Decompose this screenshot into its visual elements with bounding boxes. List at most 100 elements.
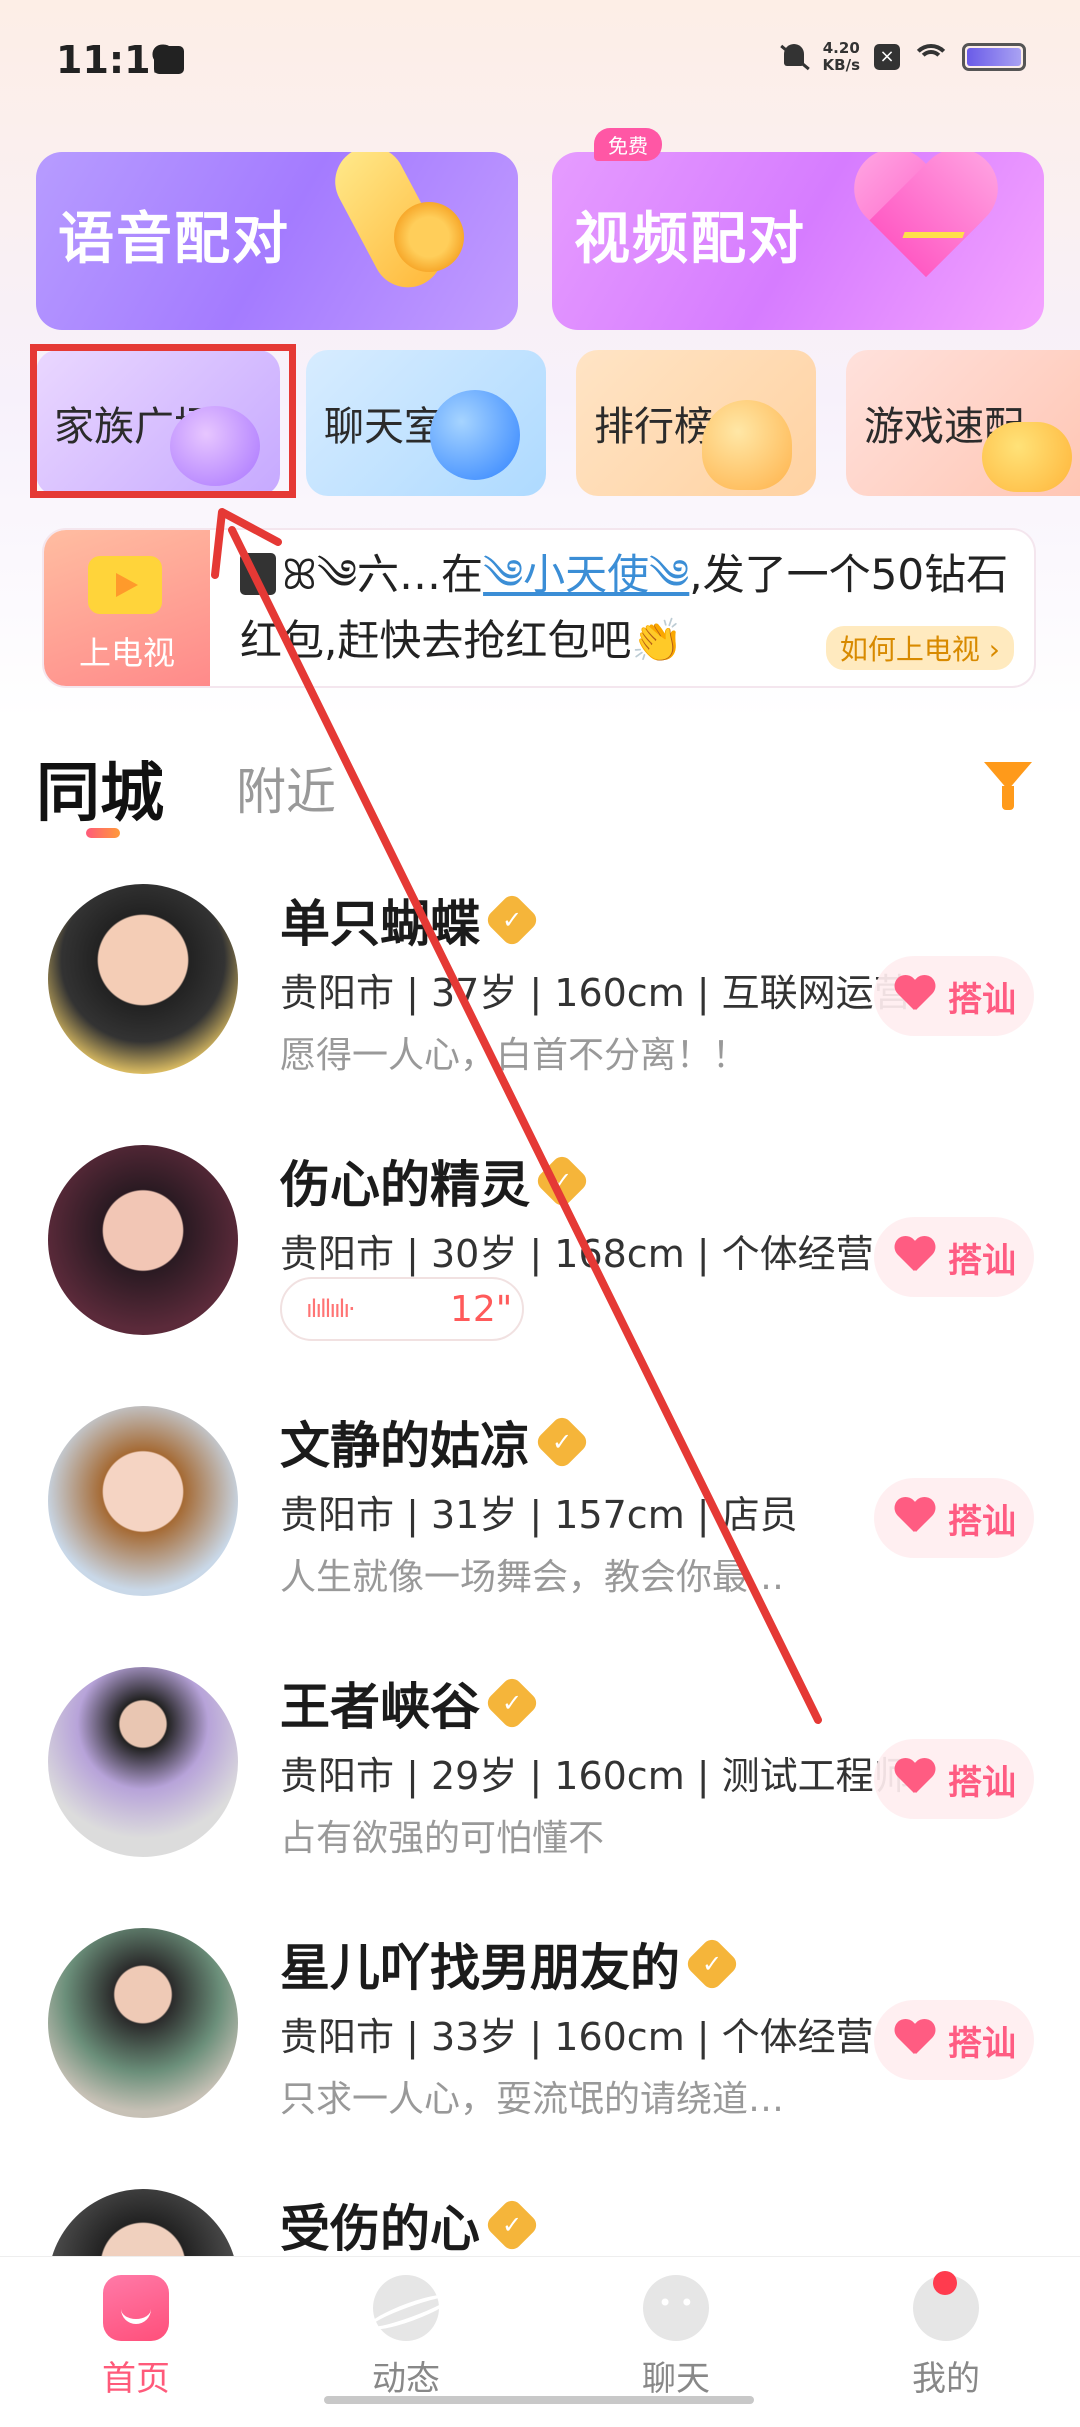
greet-button[interactable]: 搭讪 [874,1739,1034,1819]
tab-active-indicator [86,828,120,838]
list-item[interactable]: 星儿吖找男朋友的 贵阳市 | 33岁 | 160cm | 个体经营 只求一人心，… [0,1906,1080,2166]
tab-same-city[interactable]: 同城 [36,742,164,834]
avatar[interactable] [48,884,238,1074]
verified-icon [483,2196,541,2254]
tv-icon [88,556,162,614]
gamepad-icon [982,422,1072,492]
nav-home[interactable]: 首页 [66,2275,206,2400]
verified-icon [533,1413,591,1471]
greet-label: 搭讪 [948,1241,1016,1281]
greet-label: 搭讪 [948,1763,1016,1803]
verified-icon [533,1152,591,1210]
list-item[interactable]: 伤心的精灵 贵阳市 | 30岁 | 168cm | 个体经营 ılıllıılı… [0,1123,1080,1383]
user-name: 文静的姑凉 [280,1417,530,1475]
how-to-tv-button[interactable]: 如何上电视 › [825,626,1014,670]
home-icon [103,2275,169,2341]
status-icons: 4.20 KB/s × [779,40,1026,74]
nav-label: 聊天 [642,2359,710,2399]
verified-icon [683,1935,741,1993]
voice-intro-button[interactable]: ılıllıılı· 12" [280,1277,524,1341]
user-info: 贵阳市 | 37岁 | 160cm | 互联网运营 [280,971,912,1015]
avatar[interactable] [48,1406,238,1596]
user-info: 贵阳市 | 31岁 | 157cm | 店员 [280,1493,798,1537]
verified-icon [483,891,541,949]
mute-bell-icon [779,42,809,72]
nav-label: 我的 [912,2359,980,2399]
voice-duration: 12" [450,1289,513,1330]
nav-moments[interactable]: 动态 [336,2275,476,2400]
user-info: 贵阳市 | 30岁 | 168cm | 个体经营 [280,1232,874,1276]
tile-label: 聊天室 [324,404,444,450]
avatar[interactable] [48,1667,238,1857]
greet-button[interactable]: 搭讪 [874,956,1034,1036]
annotation-highlight-box [30,344,296,498]
list-item[interactable]: 文静的姑凉 贵阳市 | 31岁 | 157cm | 店员 人生就像一场舞会，教会… [0,1384,1080,1644]
greet-button[interactable]: 搭讪 [874,1217,1034,1297]
user-name: 伤心的精灵 [280,1156,530,1214]
tv-banner[interactable]: 上电视 ꕤ༄六…在༄小天使༄,发了一个50钻石红包,赶快去抢红包吧👏 如何上电视… [44,530,1034,686]
user-name: 单只蝴蝶 [280,895,480,953]
tile-game-match[interactable]: 游戏速配 [846,350,1080,496]
nav-label: 动态 [372,2359,440,2399]
close-box-icon: × [874,44,900,70]
sound-wave-icon: ılıllıılı· [306,1295,356,1323]
net-speed: 4.20 KB/s [823,40,860,74]
avatar[interactable] [48,1928,238,2118]
trophy-icon [702,400,792,490]
greet-button[interactable]: 搭讪 [874,1478,1034,1558]
user-bio: 人生就像一场舞会，教会你最… [280,1557,785,1598]
user-info: 贵阳市 | 29岁 | 160cm | 测试工程师 [280,1754,912,1798]
list-item[interactable]: 单只蝴蝶 贵阳市 | 37岁 | 160cm | 互联网运营 愿得一人心，白首不… [0,862,1080,1122]
profile-icon [913,2271,979,2341]
avatar[interactable] [48,1145,238,1335]
filter-icon[interactable] [984,762,1032,812]
net-speed-unit: KB/s [822,56,860,74]
nav-mine[interactable]: 我的 [876,2271,1016,2400]
user-name: 受伤的心 [280,2200,480,2258]
nav-label: 首页 [102,2359,170,2399]
sender-avatar [240,553,276,595]
bottom-nav: 首页 动态 聊天 我的 [0,2256,1080,2409]
chat-bubble-icon [643,2275,709,2341]
voice-match-card[interactable]: 语音配对 [36,152,518,330]
tile-label: 排行榜 [594,404,714,450]
tv-badge: 上电视 [44,530,210,686]
video-match-label: 视频配对 [574,207,806,272]
tab-nearby[interactable]: 附近 [236,752,336,824]
user-name: 星儿吖找男朋友的 [280,1939,680,1997]
tile-leaderboard[interactable]: 排行榜 [576,350,816,496]
net-speed-value: 4.20 [822,39,860,57]
list-item[interactable]: 王者峡谷 贵阳市 | 29岁 | 160cm | 测试工程师 占有欲强的可怕懂不… [0,1645,1080,1905]
heart-icon [894,2020,936,2060]
tv-message-prefix: ꕤ༄六…在 [282,550,484,599]
planet-icon [430,390,520,480]
tile-chat-room[interactable]: 聊天室 [306,350,546,496]
status-bar: 11:19 4.20 KB/s × [0,0,1080,120]
tv-label: 上电视 [78,634,175,672]
heart-icon [894,1498,936,1538]
heart-icon [894,1237,936,1277]
notification-dot [933,2271,957,2295]
voice-match-label: 语音配对 [58,207,290,272]
user-bio: 只求一人心，耍流氓的请绕道… [280,2079,785,2120]
greet-label: 搭讪 [948,1502,1016,1542]
message-icon [154,46,184,74]
wifi-icon [914,44,948,70]
heart-icon [894,1759,936,1799]
verified-icon [483,1674,541,1732]
free-badge: 免费 [594,128,662,161]
greet-label: 搭讪 [948,980,1016,1020]
battery-icon [962,43,1026,71]
planet-icon [373,2275,439,2341]
user-bio: 愿得一人心，白首不分离！！ [280,1035,749,1076]
home-indicator [324,2396,754,2404]
heart-icon [894,976,936,1016]
greet-label: 搭讪 [948,2024,1016,2064]
video-match-card[interactable]: 视频配对 [552,152,1044,330]
greet-button[interactable]: 搭讪 [874,2000,1034,2080]
clap-emoji: 👏 [631,616,684,665]
nav-chat[interactable]: 聊天 [606,2275,746,2400]
tv-highlight-user[interactable]: ༄小天使༄ [483,550,689,599]
phone-icon [334,152,484,322]
user-name: 王者峡谷 [280,1678,480,1736]
